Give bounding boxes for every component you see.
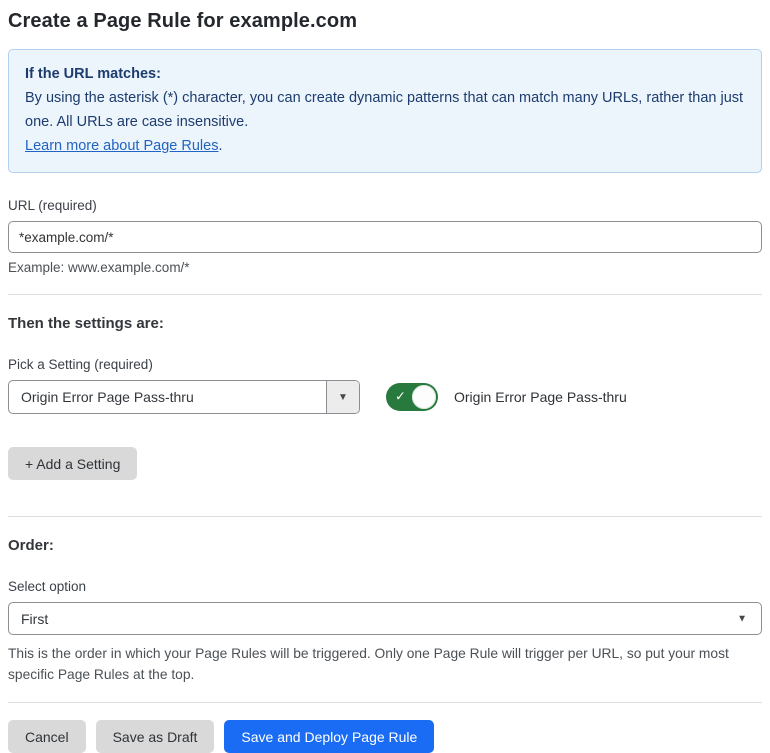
url-match-info-box: If the URL matches: By using the asteris…: [8, 49, 762, 173]
setting-row: Origin Error Page Pass-thru ▼ ✓ Origin E…: [8, 380, 762, 414]
setting-toggle-label: Origin Error Page Pass-thru: [454, 389, 627, 405]
order-select[interactable]: First ▼: [8, 602, 762, 635]
order-select-label: Select option: [8, 579, 87, 594]
order-select-value: First: [21, 610, 49, 627]
add-setting-button[interactable]: + Add a Setting: [8, 447, 138, 480]
url-input[interactable]: [8, 221, 762, 253]
chevron-down-icon: ▼: [737, 613, 747, 624]
cancel-button[interactable]: Cancel: [8, 720, 86, 753]
page-title: Create a Page Rule for example.com: [8, 10, 358, 32]
link-suffix: .: [218, 138, 223, 154]
save-and-deploy-button[interactable]: Save and Deploy Page Rule: [224, 720, 435, 753]
setting-dropdown-value: Origin Error Page Pass-thru: [21, 389, 194, 405]
setting-toggle[interactable]: ✓: [386, 383, 438, 411]
divider: [8, 702, 762, 703]
order-help-text: This is the order in which your Page Rul…: [8, 646, 729, 682]
footer-actions: Cancel Save as Draft Save and Deploy Pag…: [8, 720, 762, 753]
save-as-draft-button[interactable]: Save as Draft: [95, 720, 215, 753]
divider: [8, 516, 762, 517]
learn-more-link[interactable]: Learn more about Page Rules: [25, 138, 218, 154]
setting-dropdown-arrow-button[interactable]: ▼: [326, 381, 359, 413]
url-example-hint: Example: www.example.com/*: [8, 260, 190, 275]
divider: [8, 294, 762, 295]
setting-dropdown[interactable]: Origin Error Page Pass-thru ▼: [8, 380, 360, 414]
check-icon: ✓: [395, 388, 406, 404]
toggle-knob: [412, 385, 436, 409]
url-field-label: URL (required): [8, 198, 97, 213]
info-box-body: By using the asterisk (*) character, you…: [25, 90, 744, 130]
info-box-heading: If the URL matches:: [25, 66, 161, 82]
page-rule-form: Create a Page Rule for example.com If th…: [0, 0, 770, 753]
chevron-down-icon: ▼: [338, 391, 348, 403]
settings-section-heading: Then the settings are:: [8, 315, 164, 332]
info-box-link-line: Learn more about Page Rules.: [25, 134, 745, 158]
pick-setting-label: Pick a Setting (required): [8, 357, 153, 372]
order-section-heading: Order:: [8, 537, 54, 554]
